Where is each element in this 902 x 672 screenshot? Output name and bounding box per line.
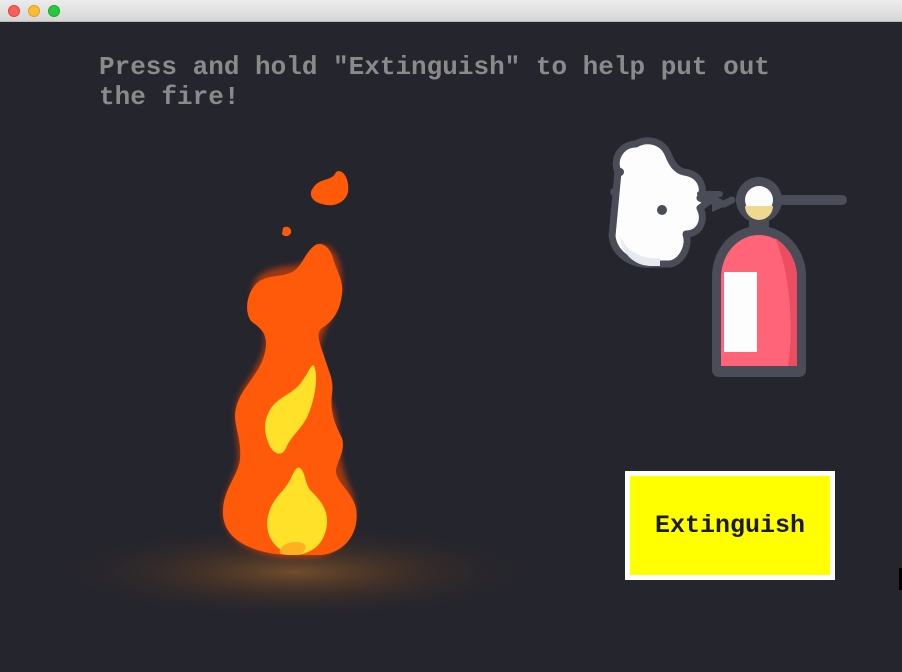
minimize-window-button[interactable]	[28, 5, 40, 17]
extinguish-button[interactable]: Extinguish	[625, 471, 835, 580]
close-window-button[interactable]	[8, 5, 20, 17]
maximize-window-button[interactable]	[48, 5, 60, 17]
title-bar	[0, 0, 902, 22]
game-area: Press and hold "Extinguish" to help put …	[0, 22, 902, 672]
smoke-cloud-icon	[608, 137, 723, 268]
fire-icon	[222, 171, 357, 557]
fire-extinguisher-icon	[696, 177, 847, 377]
app-window: Press and hold "Extinguish" to help put …	[0, 0, 902, 672]
